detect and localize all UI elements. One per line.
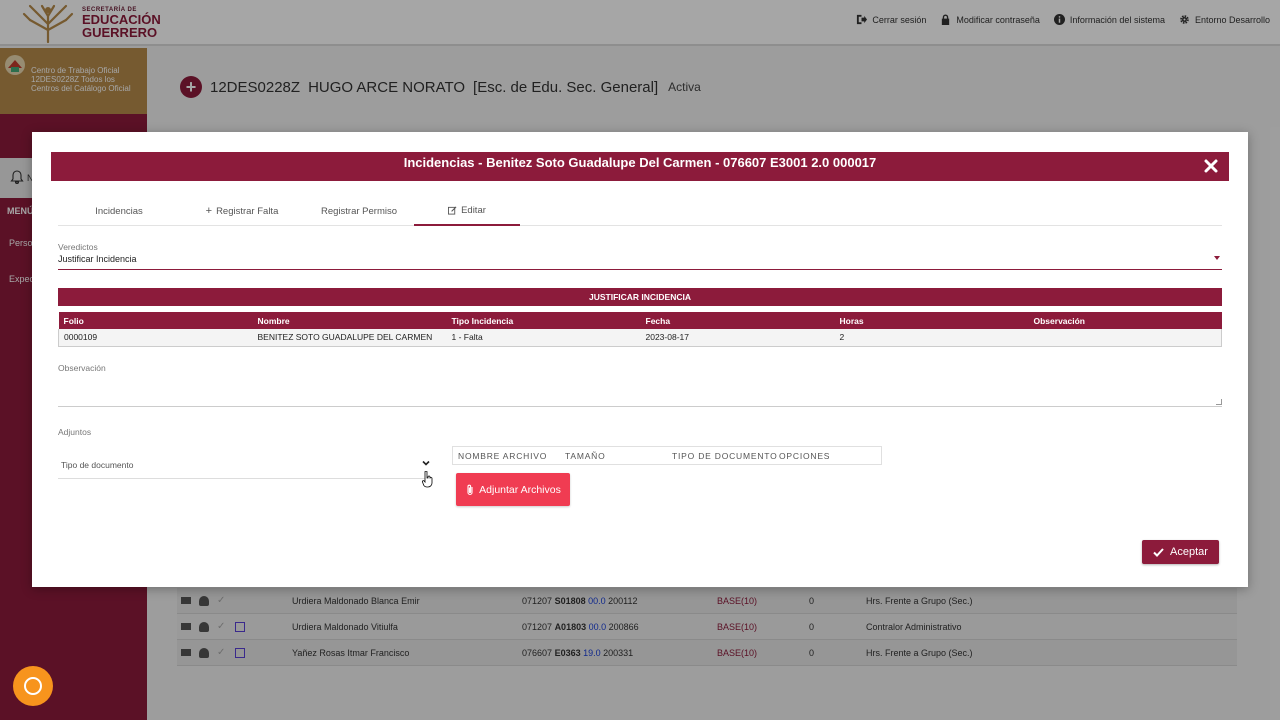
observacion-textarea[interactable] — [58, 376, 1222, 407]
table-row: 0000109 BENITEZ SOTO GUADALUPE DEL CARME… — [58, 329, 1222, 347]
attach-files-button[interactable]: Adjuntar Archivos — [456, 473, 570, 506]
attach-files-label: Adjuntar Archivos — [479, 483, 561, 496]
cell-observacion — [1028, 329, 1222, 347]
column-header: Tipo Incidencia — [446, 312, 641, 329]
tipo-documento-select[interactable]: Tipo de documento — [58, 456, 432, 479]
check-icon — [1153, 547, 1164, 557]
cell-nombre: BENITEZ SOTO GUADALUPE DEL CARMEN — [252, 329, 447, 347]
observacion-label: Observación — [58, 363, 106, 373]
cell-horas: 2 — [834, 329, 1029, 347]
column-header: Observación — [1028, 312, 1222, 329]
tipo-documento-placeholder: Tipo de documento — [61, 460, 134, 470]
chat-icon — [24, 677, 42, 695]
incidencias-table: Folio Nombre Tipo Incidencia Fecha Horas… — [58, 312, 1222, 347]
modal-title: Incidencias - Benitez Soto Guadalupe Del… — [403, 155, 877, 170]
plus-icon: + — [205, 205, 213, 217]
incidencias-modal: Incidencias - Benitez Soto Guadalupe Del… — [32, 132, 1248, 587]
tab-registrar-permiso-label: Registrar Permiso — [320, 205, 398, 217]
caret-down-icon — [1214, 256, 1220, 260]
tab-editar[interactable]: Editar — [414, 196, 520, 226]
edit-icon — [448, 206, 457, 215]
paperclip-icon — [467, 484, 473, 495]
close-icon[interactable] — [1203, 158, 1219, 174]
files-col-type: TIPO DE DOCUMENTO — [672, 450, 778, 461]
veredictos-select[interactable]: Justificar Incidencia — [58, 254, 1222, 270]
column-header: Fecha — [640, 312, 835, 329]
column-header: Horas — [834, 312, 1029, 329]
resize-handle-icon[interactable] — [1216, 399, 1222, 405]
files-col-options: OPCIONES — [779, 450, 831, 461]
files-col-name: NOMBRE ARCHIVO — [458, 450, 548, 461]
section-title: JUSTIFICAR INCIDENCIA — [58, 288, 1222, 306]
column-header: Folio — [58, 312, 253, 329]
tab-registrar-falta-label: Registrar Falta — [216, 205, 279, 217]
veredicto-value: Justificar Incidencia — [58, 254, 137, 264]
accept-button[interactable]: Aceptar — [1142, 540, 1219, 564]
cell-folio: 0000109 — [58, 329, 253, 347]
tab-incidencias[interactable]: Incidencias — [58, 196, 180, 226]
files-table-header: NOMBRE ARCHIVO TAMAÑO TIPO DE DOCUMENTO … — [452, 446, 882, 465]
veredictos-label: Veredictos — [58, 242, 98, 252]
chevron-down-icon — [422, 460, 430, 466]
tab-editar-label: Editar — [461, 204, 486, 216]
cell-tipo: 1 - Falta — [446, 329, 641, 347]
modal-header: Incidencias - Benitez Soto Guadalupe Del… — [51, 152, 1229, 181]
hand-cursor-icon — [422, 471, 433, 488]
files-col-size: TAMAÑO — [565, 450, 606, 461]
tab-incidencias-label: Incidencias — [95, 205, 143, 217]
tab-registrar-permiso[interactable]: Registrar Permiso — [304, 196, 414, 226]
tab-registrar-falta[interactable]: + Registrar Falta — [180, 196, 304, 226]
cell-fecha: 2023-08-17 — [640, 329, 835, 347]
adjuntos-label: Adjuntos — [58, 427, 92, 437]
column-header: Nombre — [252, 312, 447, 329]
modal-tabs: Incidencias + Registrar Falta Registrar … — [58, 196, 1222, 226]
accept-label: Aceptar — [1170, 546, 1208, 558]
chat-button[interactable] — [13, 666, 53, 706]
